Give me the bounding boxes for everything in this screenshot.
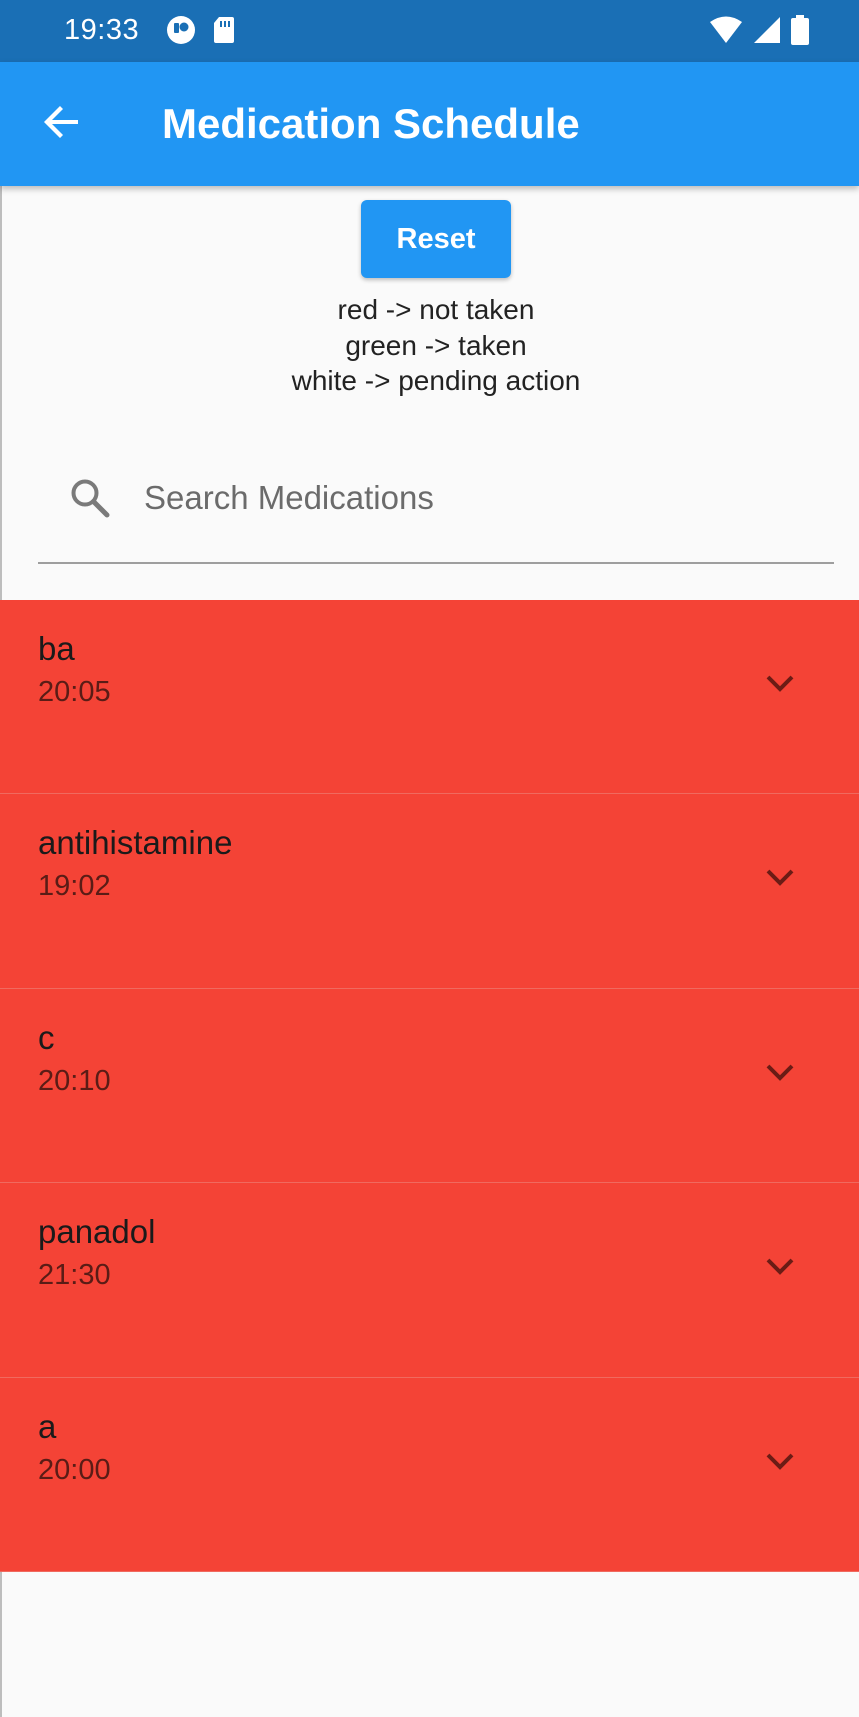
medication-name: antihistamine (38, 824, 233, 862)
app-bar: Medication Schedule (0, 62, 859, 186)
medication-time: 20:00 (38, 1453, 111, 1486)
legend-line-not-taken: red -> not taken (337, 294, 535, 325)
status-legend: red -> not taken green -> taken white ->… (0, 292, 859, 399)
medication-name: panadol (38, 1213, 156, 1251)
medication-item[interactable]: a 20:00 (0, 1377, 859, 1572)
medication-time: 20:10 (38, 1064, 111, 1097)
medication-item[interactable]: c 20:10 (0, 988, 859, 1184)
medication-name: a (38, 1407, 57, 1445)
back-button[interactable] (36, 98, 88, 150)
chevron-down-icon[interactable] (762, 1055, 798, 1091)
medication-time: 21:30 (38, 1259, 111, 1292)
sd-card-icon (212, 15, 236, 50)
search-input[interactable] (144, 472, 784, 524)
chevron-down-icon[interactable] (762, 1249, 798, 1285)
page-title: Medication Schedule (162, 100, 580, 147)
medication-time: 20:05 (38, 676, 111, 708)
legend-line-pending: white -> pending action (291, 365, 581, 396)
app-notification-icon (166, 15, 196, 50)
search-icon (68, 476, 112, 520)
medication-name: ba (38, 630, 75, 667)
medication-list: ba 20:05 antihistamine 19:02 c 20:10 pan… (0, 600, 859, 1572)
legend-line-taken: green -> taken (345, 329, 527, 361)
chevron-down-icon[interactable] (762, 666, 798, 702)
medication-name: c (38, 1018, 55, 1056)
medication-time: 19:02 (38, 870, 111, 903)
medication-item[interactable]: ba 20:05 (0, 600, 859, 795)
chevron-down-icon[interactable] (762, 860, 798, 896)
wifi-icon (709, 16, 743, 49)
medication-item[interactable]: panadol 21:30 (0, 1183, 859, 1378)
reset-button[interactable]: Reset (361, 200, 511, 278)
medication-item[interactable]: antihistamine 19:02 (0, 794, 859, 989)
battery-icon (791, 15, 809, 50)
signal-icon (753, 16, 781, 49)
search-bar (38, 450, 834, 564)
chevron-down-icon[interactable] (762, 1444, 798, 1480)
status-time: 19:33 (64, 14, 140, 46)
status-bar: 19:33 (0, 0, 859, 62)
arrow-back-icon (42, 102, 82, 147)
